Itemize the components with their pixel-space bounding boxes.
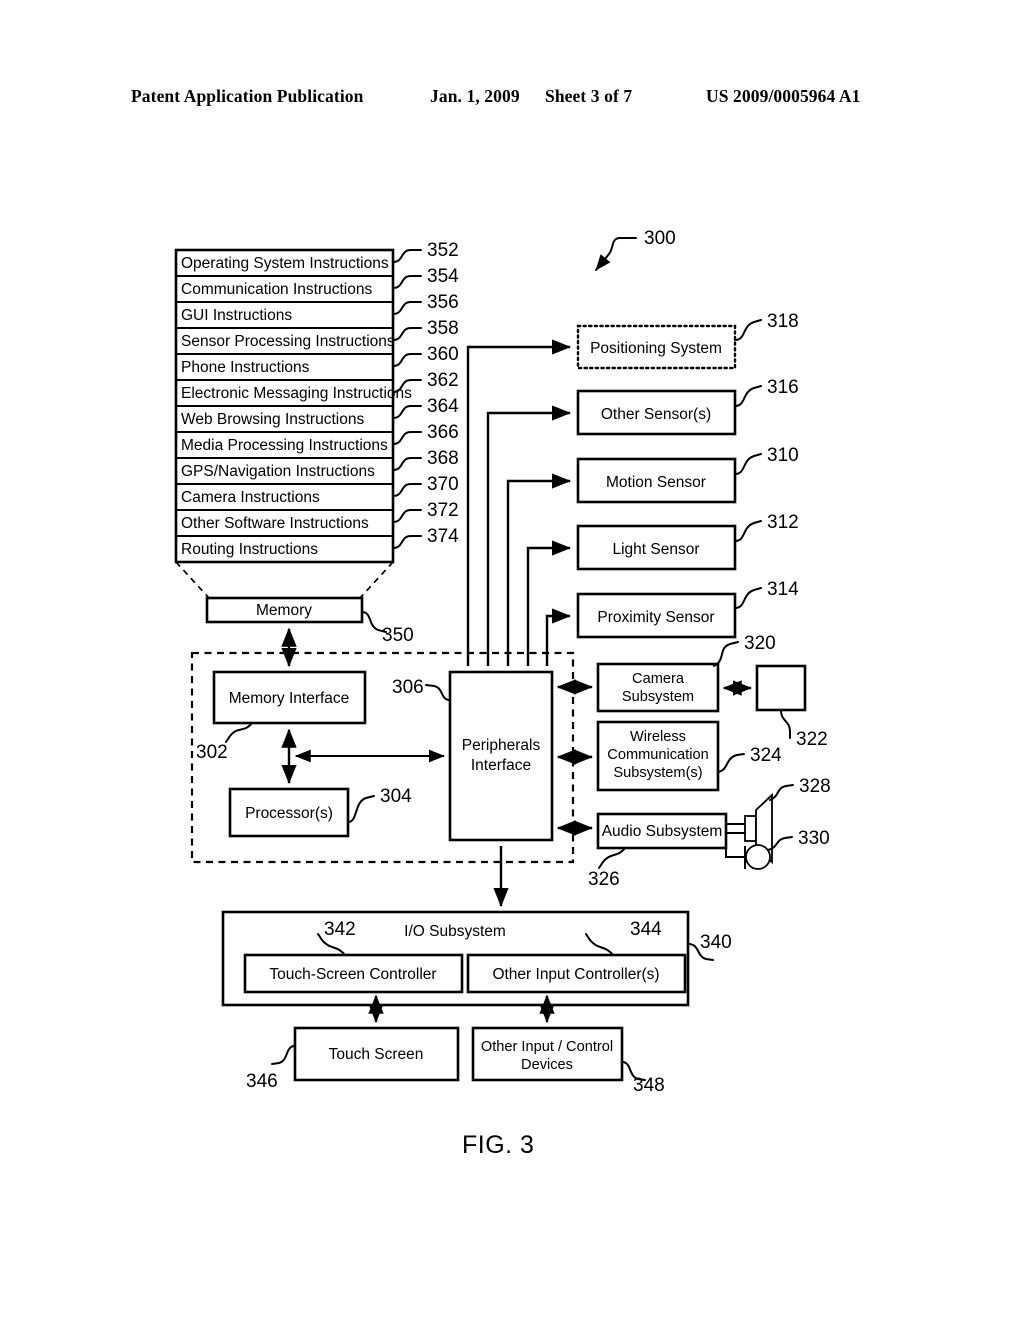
light-sensor-label: Light Sensor	[612, 541, 699, 558]
instruction-row-label: Camera Instructions	[181, 489, 320, 506]
ref-numeral: 364	[427, 396, 459, 417]
ref-310: 310	[767, 445, 799, 466]
ref-numeral: 366	[427, 422, 459, 443]
proximity-sensor-label: Proximity Sensor	[597, 609, 714, 626]
ref-numeral: 370	[427, 474, 459, 495]
ref-320: 320	[744, 633, 776, 654]
instruction-row-label: Electronic Messaging Instructions	[181, 385, 412, 402]
ref-340: 340	[700, 932, 732, 953]
memory-interface-label: Memory Interface	[229, 690, 350, 707]
memory-instruction-list: Operating System Instructions Communicat…	[174, 240, 459, 599]
ref-302: 302	[196, 742, 228, 763]
camera-subsystem-label-1: Camera	[632, 671, 685, 687]
wireless-subsystem-label-1: Wireless	[630, 729, 686, 745]
ref-numeral: 356	[427, 292, 459, 313]
ref-numeral: 362	[427, 370, 459, 391]
peripherals-interface-label-2: Interface	[471, 757, 531, 774]
speaker-icon: 328	[726, 776, 831, 865]
processor-block: Processor(s) 304	[228, 786, 412, 838]
figure-3-block-diagram: 300 Operating System Instructions Commun	[174, 228, 831, 1096]
microphone-icon: 330	[725, 828, 830, 870]
ref-306: 306	[392, 677, 424, 698]
ref-350: 350	[382, 625, 414, 646]
memory-label: Memory	[256, 602, 312, 619]
other-sensors-label: Other Sensor(s)	[601, 406, 711, 423]
ref-314: 314	[767, 579, 799, 600]
ref-300-text: 300	[644, 228, 676, 249]
wireless-subsystem-label-3: Subsystem(s)	[613, 765, 702, 781]
ref-numeral: 368	[427, 448, 459, 469]
sensor-routing-lines	[466, 339, 571, 666]
instruction-row-label: Other Software Instructions	[181, 515, 369, 532]
instruction-row-label: GUI Instructions	[181, 307, 292, 324]
ref-304: 304	[380, 786, 412, 807]
audio-subsystem-block: Audio Subsystem 326 328 330	[556, 776, 831, 890]
ref-348: 348	[633, 1075, 665, 1096]
other-input-devices-label-1: Other Input / Control	[481, 1039, 613, 1055]
instruction-row-label: Media Processing Instructions	[181, 437, 388, 454]
instruction-row-label: Communication Instructions	[181, 281, 372, 298]
ref-numeral: 354	[427, 266, 459, 287]
io-subsystem-block: I/O Subsystem 340 Touch-Screen Controlle…	[221, 846, 732, 1007]
ref-346: 346	[246, 1071, 278, 1092]
ref-318: 318	[767, 311, 799, 332]
peripherals-interface-label-1: Peripherals	[462, 737, 541, 754]
system-ref-300: 300	[595, 228, 676, 271]
instruction-row-label: GPS/Navigation Instructions	[181, 463, 375, 480]
ref-316: 316	[767, 377, 799, 398]
ref-342: 342	[324, 919, 356, 940]
ref-numeral: 358	[427, 318, 459, 339]
io-devices: Touch Screen 346 Other Input / Control D…	[246, 994, 665, 1096]
figure-caption: FIG. 3	[462, 1131, 535, 1159]
instruction-row-label: Phone Instructions	[181, 359, 310, 376]
patent-figure-page: Patent Application Publication Jan. 1, 2…	[0, 0, 1024, 1320]
instruction-row-label: Sensor Processing Instructions	[181, 333, 395, 350]
ref-numeral: 352	[427, 240, 459, 261]
wireless-subsystem-block: Wireless Communication Subsystem(s) 324	[556, 720, 782, 792]
camera-subsystem-label-2: Subsystem	[622, 689, 694, 705]
ref-328: 328	[799, 776, 831, 797]
memory-block: Memory 350	[205, 596, 414, 646]
other-input-controller-label: Other Input Controller(s)	[492, 966, 659, 983]
ref-322: 322	[796, 729, 828, 750]
wireless-subsystem-label-2: Communication	[607, 747, 708, 763]
touch-screen-controller-label: Touch-Screen Controller	[269, 966, 436, 983]
instruction-row-label: Operating System Instructions	[181, 255, 389, 272]
io-subsystem-title: I/O Subsystem	[404, 923, 506, 940]
ref-numeral: 372	[427, 500, 459, 521]
touch-screen-label: Touch Screen	[329, 1046, 424, 1063]
ref-numeral: 360	[427, 344, 459, 365]
processor-label: Processor(s)	[245, 805, 333, 822]
ref-numeral: 374	[427, 526, 459, 547]
ref-326: 326	[588, 869, 620, 890]
audio-subsystem-label: Audio Subsystem	[602, 823, 723, 840]
ref-330: 330	[798, 828, 830, 849]
optical-sensor-box	[755, 664, 807, 712]
instruction-row-label: Routing Instructions	[181, 541, 318, 558]
instruction-row-label: Web Browsing Instructions	[181, 411, 364, 428]
sensor-blocks: Positioning System 318 Other Sensor(s) 3…	[576, 311, 799, 639]
ref-312: 312	[767, 512, 799, 533]
ref-324: 324	[750, 745, 782, 766]
ref-344: 344	[630, 919, 662, 940]
motion-sensor-label: Motion Sensor	[606, 474, 706, 491]
memory-interface-block: Memory Interface 302	[196, 670, 367, 763]
positioning-system-label: Positioning System	[590, 340, 722, 357]
other-input-devices-label-2: Devices	[521, 1057, 573, 1073]
